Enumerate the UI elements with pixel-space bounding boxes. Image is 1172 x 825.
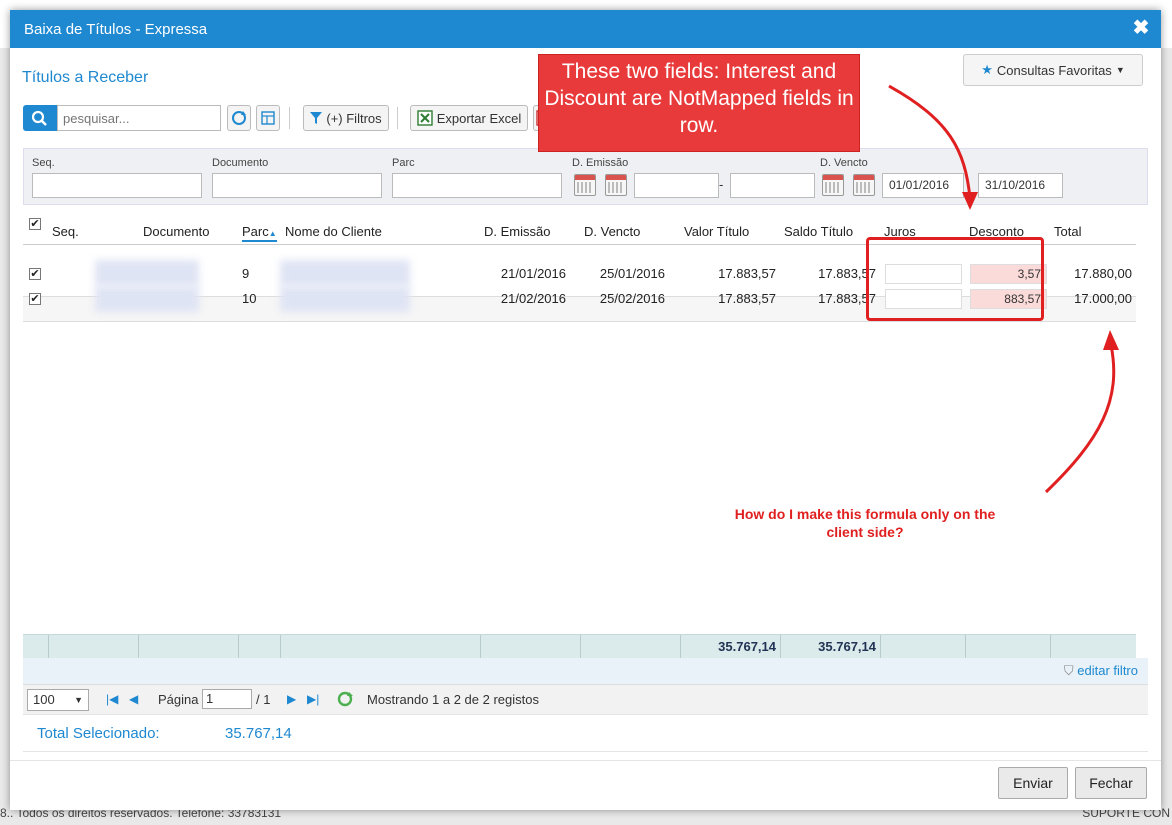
annotation-arrow	[888, 84, 972, 199]
annotation-arrow	[1044, 344, 1116, 494]
arrow-head-icon	[962, 192, 978, 210]
annotation-arrows	[888, 84, 1119, 494]
annotation-question: How do I make this formula only on the c…	[734, 506, 996, 540]
arrow-head-icon	[1103, 330, 1119, 350]
